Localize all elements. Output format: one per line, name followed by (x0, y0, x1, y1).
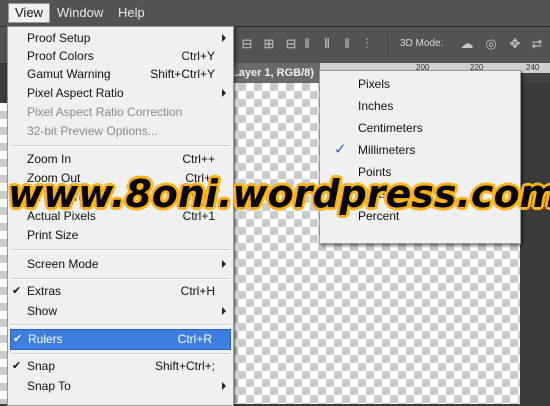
menu-item-proof-colors[interactable]: Proof Colors Ctrl+Y (8, 47, 233, 66)
menu-item-label: Rulers (28, 332, 63, 346)
menu-item-shortcut: Shift+Ctrl+; (154, 359, 215, 373)
canvas-right-gutter (520, 83, 550, 404)
menu-item-print-size[interactable]: Print Size (8, 226, 233, 245)
units-item-label: Centimeters (358, 121, 423, 135)
menu-separator (11, 353, 230, 355)
distribute-middle-icon[interactable]: ⫴ (320, 37, 334, 51)
menu-item-label: Proof Colors (27, 49, 94, 63)
3d-mode-label: 3D Mode: (400, 38, 444, 49)
roll-3d-icon[interactable]: ◎ (484, 37, 498, 51)
menu-item-shortcut: Ctrl++ (182, 152, 215, 166)
menu-item-show[interactable]: Show (8, 302, 233, 321)
menu-view[interactable]: View (8, 3, 50, 23)
menu-item-zoom-in[interactable]: Zoom In Ctrl++ (8, 150, 233, 169)
menu-item-pixel-aspect-ratio-correction: Pixel Aspect Ratio Correction (8, 103, 233, 122)
menu-item-label: Screen Mode (27, 257, 99, 271)
menu-bar: View Window Help (0, 0, 550, 27)
menu-separator (11, 249, 230, 251)
document-tab[interactable]: Layer 1, RGB/8) (230, 63, 322, 83)
submenu-arrow-icon (222, 307, 226, 315)
menu-item-extras[interactable]: ✔ Extras Ctrl+H (8, 282, 233, 301)
menu-item-proof-setup[interactable]: Proof Setup (8, 29, 233, 48)
menu-item-label: Snap (27, 359, 56, 373)
units-item-pixels[interactable]: Pixels (320, 73, 520, 95)
drag-3d-icon[interactable]: ✥ (508, 37, 522, 51)
menu-item-label: Gamut Warning (27, 67, 111, 81)
menu-item-shortcut: Ctrl+H (180, 284, 215, 298)
toolbar-divider (388, 33, 390, 57)
units-item-inches[interactable]: Inches (320, 95, 520, 117)
units-item-label: Pixels (358, 77, 391, 91)
distribute-bottom-icon[interactable]: ‖ (340, 37, 354, 51)
menu-item-label: Show (27, 304, 58, 318)
view-menu-dropdown: Proof Setup Proof Colors Ctrl+Y Gamut Wa… (7, 26, 234, 406)
checkmark-icon: ✓ (334, 141, 347, 158)
distribute-left-icon[interactable]: ⫶ (360, 37, 374, 51)
slide-3d-icon[interactable]: ⇄ (530, 37, 544, 51)
units-item-label: Inches (358, 99, 394, 113)
menu-item-shortcut: Ctrl+Y (181, 49, 215, 63)
menu-item-32bit-preview-options: 32-bit Preview Options... (8, 122, 233, 141)
menu-separator (11, 278, 230, 280)
menu-item-rulers[interactable]: ✔ Rulers Ctrl+R (10, 329, 231, 350)
menu-item-snap[interactable]: ✔ Snap Shift+Ctrl+; (8, 357, 233, 376)
submenu-arrow-icon (222, 34, 226, 42)
menu-item-label: Snap To (27, 379, 71, 393)
menu-item-label: Zoom In (27, 152, 72, 166)
menu-item-snap-to[interactable]: Snap To (8, 377, 233, 396)
menu-item-gamut-warning[interactable]: Gamut Warning Shift+Ctrl+Y (8, 65, 233, 84)
ruler-tick: 240 (526, 63, 540, 72)
align-right-icon[interactable]: ⊟ (284, 37, 298, 51)
menu-separator (11, 324, 230, 326)
units-item-centimeters[interactable]: Centimeters (320, 117, 520, 139)
watermark-text: www.8oni.wordpress.com (8, 172, 550, 216)
menu-item-label: Proof Setup (27, 31, 91, 45)
menu-item-label: 32-bit Preview Options... (27, 124, 158, 138)
menu-item-shortcut: Ctrl+R (177, 332, 212, 346)
ruler-units-context-menu: Pixels Inches Centimeters ✓ Millimeters … (319, 70, 521, 244)
checkmark-icon: ✔ (12, 285, 22, 297)
units-item-label: Millimeters (358, 143, 416, 157)
menu-help[interactable]: Help (112, 4, 151, 22)
menu-item-pixel-aspect-ratio[interactable]: Pixel Aspect Ratio (8, 84, 233, 103)
checkmark-icon: ✔ (12, 360, 22, 372)
align-center-icon[interactable]: ⊞ (262, 37, 276, 51)
menu-item-shortcut: Shift+Ctrl+Y (150, 67, 215, 81)
submenu-arrow-icon (222, 89, 226, 97)
menu-window[interactable]: Window (51, 4, 109, 22)
menu-item-label: Pixel Aspect Ratio (27, 86, 124, 100)
menu-item-label: Extras (27, 284, 62, 298)
submenu-arrow-icon (222, 382, 226, 390)
submenu-arrow-icon (222, 260, 226, 268)
menu-item-label: Print Size (27, 228, 79, 242)
checkmark-icon: ✔ (13, 333, 23, 345)
menu-item-screen-mode[interactable]: Screen Mode (8, 255, 233, 274)
menu-item-label: Pixel Aspect Ratio Correction (27, 105, 183, 119)
distribute-top-icon[interactable]: ‖ (300, 37, 314, 51)
menu-separator (11, 145, 230, 147)
rotate-3d-icon[interactable]: ☁ (460, 37, 474, 51)
align-left-icon[interactable]: ⊟ (240, 37, 254, 51)
units-item-millimeters[interactable]: ✓ Millimeters (320, 139, 520, 161)
